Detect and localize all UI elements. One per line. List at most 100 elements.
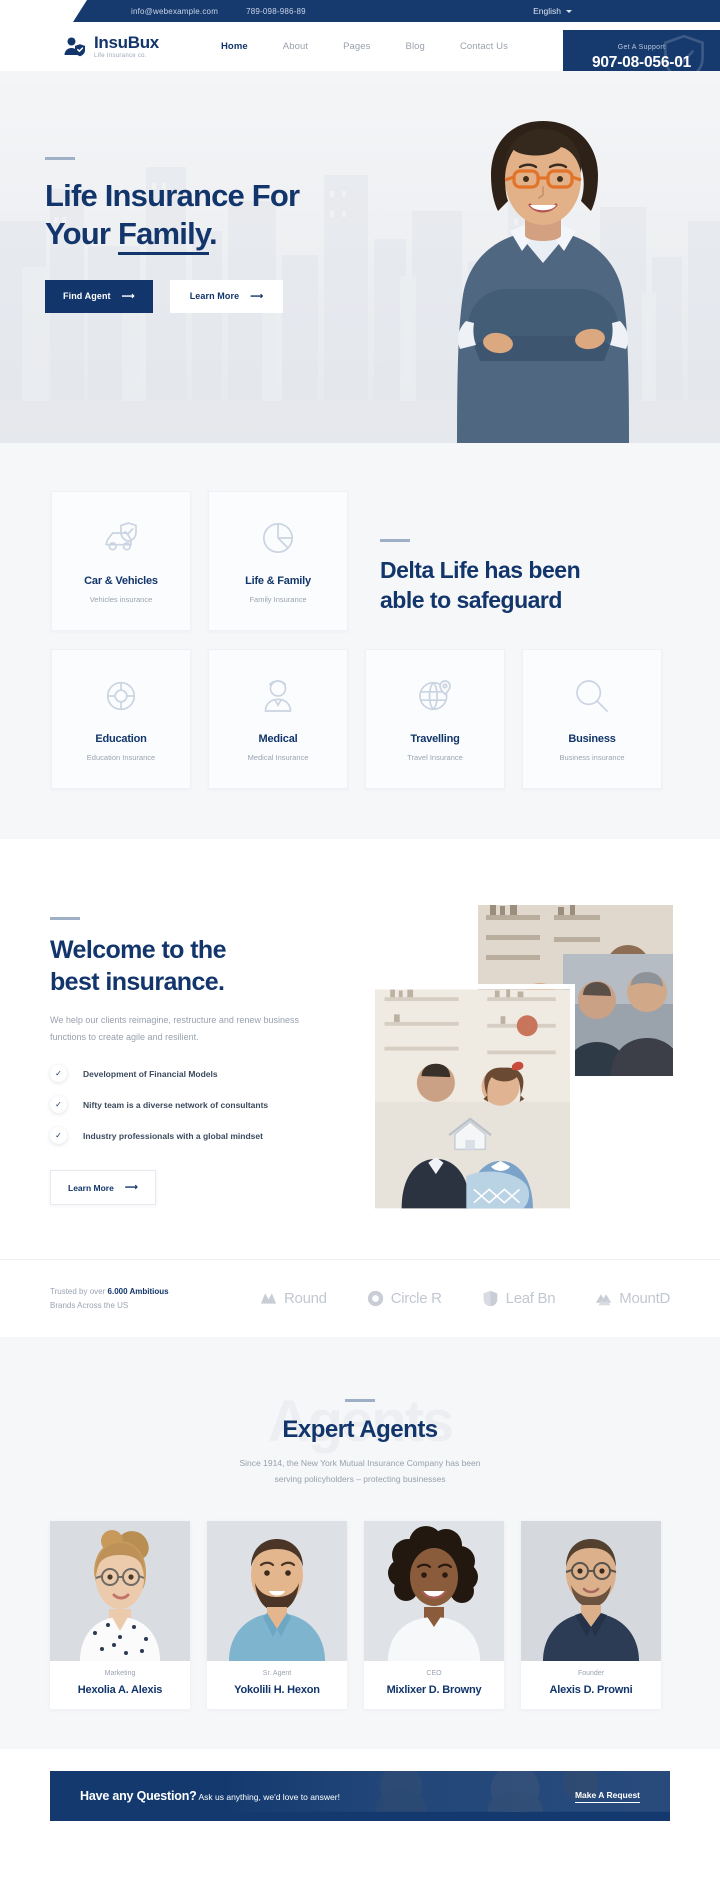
topbar: info@webexample.com 789-098-986-89 Engli… [73, 0, 720, 22]
find-agent-label: Find Agent [63, 291, 111, 302]
service-subtitle: Vehicles insurance [89, 595, 153, 604]
brand-logo-name: Leaf Bn [505, 1290, 556, 1307]
agent-meta: Founder Alexis D. Prowni [521, 1661, 661, 1709]
agent-photo [50, 1521, 190, 1662]
welcome-title-line2: best insurance. [50, 967, 225, 996]
services-heading-line2: able to safeguard [380, 586, 562, 613]
car-shield-icon [105, 522, 137, 551]
agent-card[interactable]: CEO Mixlixer D. Browny [364, 1521, 504, 1710]
check-icon: ✓ [50, 1096, 67, 1114]
bearded-man-blue-shirt-photo [207, 1521, 347, 1662]
service-card-travelling[interactable]: Travelling Travel Insurance [365, 649, 505, 789]
hero-title-line1: Life Insurance For [45, 178, 300, 213]
service-subtitle: Medical Insurance [247, 753, 309, 762]
hero-title: Life Insurance For Your Family. [45, 177, 300, 255]
support-label: Get A Support [617, 43, 666, 51]
pie-chart-icon [263, 523, 293, 553]
welcome-bullet-list: ✓ Development of Financial Models ✓ Nift… [50, 1065, 340, 1145]
service-title: Education [95, 733, 147, 745]
list-item: ✓ Industry professionals with a global m… [50, 1127, 340, 1145]
find-agent-button[interactable]: Find Agent ⟶ [45, 279, 153, 313]
agent-role: Founder [577, 1670, 605, 1678]
topbar-phone[interactable]: 789-098-986-89 [246, 7, 306, 16]
trust-line2: Brands Across the US [50, 1300, 129, 1310]
agent-photo [521, 1521, 661, 1662]
smiling-woman-curly-hair-photo [364, 1521, 504, 1662]
brand-logo-mountd[interactable]: MountD [595, 1290, 670, 1307]
agents-subtitle-line2: serving policyholders – protecting busin… [274, 1473, 446, 1484]
service-card-car-vehicles[interactable]: Car & Vehicles Vehicles insurance [51, 491, 191, 631]
welcome-learn-more-label: Learn More [68, 1182, 114, 1193]
learn-more-label: Learn More [189, 291, 240, 302]
topbar-container: info@webexample.com 789-098-986-89 Engli… [0, 0, 720, 22]
welcome-section: Welcome to the best insurance. We help o… [0, 839, 720, 1259]
globe-pin-icon [419, 680, 451, 711]
magnifier-icon [576, 680, 608, 712]
brands-section: Trusted by over 6.000 Ambitious Brands A… [0, 1259, 720, 1337]
agents-section: Agents Expert Agents Since 1914, the New… [0, 1337, 720, 1750]
language-selector[interactable]: English [533, 6, 572, 16]
service-card-business[interactable]: Business Business insurance [522, 649, 662, 789]
list-item: ✓ Nifty team is a diverse network of con… [50, 1096, 340, 1114]
bullet-label: Development of Financial Models [83, 1068, 218, 1079]
agent-photo [207, 1521, 347, 1662]
service-subtitle: Education Insurance [86, 753, 156, 762]
welcome-title-line1: Welcome to the [50, 936, 226, 964]
service-card-life-family[interactable]: Life & Family Family Insurance [208, 491, 348, 631]
agent-card[interactable]: Founder Alexis D. Prowni [521, 1521, 661, 1710]
hero-section: Life Insurance For Your Family. Find Age… [0, 71, 720, 443]
cta-banner: Have any Question? Ask us anything, we'd… [50, 1771, 670, 1822]
check-icon: ✓ [50, 1127, 67, 1145]
doctor-icon [264, 680, 292, 712]
topbar-email[interactable]: info@webexample.com [131, 7, 218, 16]
welcome-learn-more-button[interactable]: Learn More ⟶ [50, 1170, 156, 1206]
agent-photo [364, 1521, 504, 1662]
brand-logo-name: Round [284, 1290, 327, 1307]
agent-card[interactable]: Sr. Agent Yokolili H. Hexon [207, 1521, 347, 1710]
agent-role: CEO [426, 1670, 442, 1678]
welcome-image-two-men-talking [563, 954, 673, 1076]
brand-logo-circle-r[interactable]: Circle R [367, 1290, 442, 1307]
agent-card[interactable]: Marketing Hexolia A. Alexis [50, 1521, 190, 1710]
bullet-label: Industry professionals with a global min… [83, 1130, 263, 1141]
service-card-education[interactable]: Education Education Insurance [51, 649, 191, 789]
make-a-request-link[interactable]: Make A Request [574, 1790, 640, 1803]
nav-item-home[interactable]: Home [221, 41, 248, 52]
bullet-label: Nifty team is a diverse network of consu… [83, 1099, 269, 1110]
language-label: English [533, 6, 561, 16]
welcome-image-couple-house-model [370, 984, 575, 1214]
service-title: Business [568, 733, 616, 745]
navbar-container: InsuBux Life Insurance co. Home About Pa… [0, 22, 720, 85]
topbar-contact-group: info@webexample.com 789-098-986-89 [131, 7, 306, 16]
agents-grid: Marketing Hexolia A. Alexis Sr. Agent Yo… [0, 1521, 720, 1710]
brand-logo-round[interactable]: Round [260, 1290, 327, 1307]
welcome-paragraph: We help our clients reimagine, restructu… [50, 1015, 299, 1042]
brand-text: InsuBux Life Insurance co. [94, 34, 159, 59]
hero-title-line2-suffix: . [209, 215, 218, 251]
nav-item-about[interactable]: About [283, 41, 308, 52]
arrow-right-icon: ⟶ [121, 290, 135, 301]
service-card-medical[interactable]: Medical Medical Insurance [208, 649, 348, 789]
nav-item-contact-us[interactable]: Contact Us [460, 41, 508, 52]
service-subtitle: Family Insurance [249, 595, 307, 604]
brand-logo-leaf-bn[interactable]: Leaf Bn [482, 1290, 556, 1307]
learn-more-button[interactable]: Learn More ⟶ [169, 279, 284, 313]
cta-subtext: Ask us anything, we'd love to answer! [198, 1792, 340, 1803]
lifebuoy-icon [106, 681, 136, 711]
nav-menu: Home About Pages Blog Contact Us [221, 41, 508, 52]
nav-item-pages[interactable]: Pages [343, 41, 370, 52]
service-subtitle: Travel Insurance [407, 753, 463, 762]
nav-item-blog[interactable]: Blog [406, 41, 425, 52]
agent-name: Alexis D. Prowni [549, 1684, 633, 1697]
chevron-down-icon [566, 9, 572, 13]
arrow-right-icon: ⟶ [124, 1182, 138, 1193]
welcome-content: Welcome to the best insurance. We help o… [50, 917, 340, 1206]
woman-with-glasses-bun-photo [50, 1521, 190, 1662]
services-heading: Delta Life has been able to safeguard [380, 556, 680, 616]
agents-accent-dash [345, 1399, 375, 1402]
brand-logo[interactable]: InsuBux Life Insurance co. [63, 34, 159, 59]
arrow-right-icon: ⟶ [250, 290, 264, 301]
hero-accent-dash [45, 157, 75, 160]
services-heading-block: Delta Life has been able to safeguard [380, 539, 680, 616]
trust-prefix: Trusted by over [50, 1286, 108, 1296]
